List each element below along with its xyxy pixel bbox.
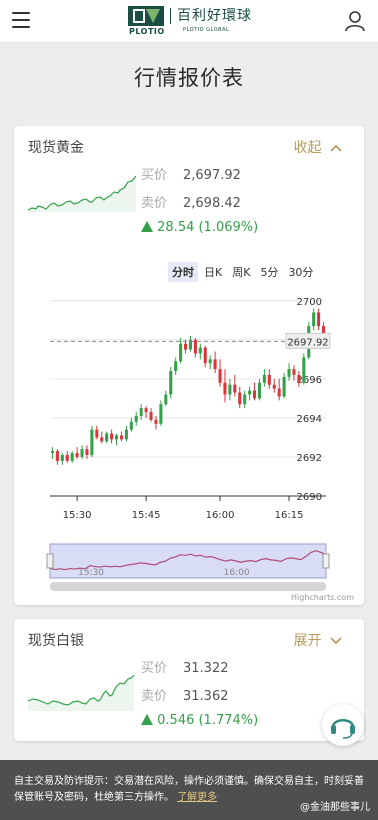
candle-body bbox=[287, 369, 291, 377]
user-icon[interactable] bbox=[344, 10, 366, 32]
chevron-down-icon bbox=[330, 637, 342, 645]
candle-body bbox=[95, 429, 99, 438]
y-tick-label: 2692 bbox=[297, 453, 322, 464]
y-tick-label: 2690 bbox=[297, 492, 322, 503]
candle-body bbox=[302, 357, 306, 383]
candle-body bbox=[243, 394, 247, 405]
learn-more-link[interactable]: 了解更多 bbox=[177, 792, 217, 803]
candle-body bbox=[85, 449, 89, 455]
candle-body bbox=[277, 388, 281, 397]
navigator-handle-left bbox=[46, 553, 54, 569]
candle-body bbox=[119, 435, 123, 440]
candle-body bbox=[100, 437, 104, 442]
candle-body bbox=[70, 453, 74, 461]
candle-body bbox=[124, 429, 128, 440]
candle-body bbox=[80, 449, 84, 457]
candle-body bbox=[282, 376, 286, 397]
candle-body bbox=[223, 382, 227, 395]
menu-icon[interactable] bbox=[12, 12, 30, 28]
navigator-handle-right bbox=[322, 553, 330, 569]
navigator-label: 15:30 bbox=[78, 568, 104, 578]
candle-body bbox=[218, 369, 222, 383]
candle-body bbox=[174, 361, 178, 372]
y-tick-label: 2694 bbox=[297, 414, 322, 425]
silver-bid-label: 买价 bbox=[141, 661, 168, 676]
candle-body bbox=[50, 451, 54, 454]
candle-body bbox=[213, 359, 217, 370]
y-tick-label: 2700 bbox=[297, 297, 322, 308]
logo-mark-icon bbox=[128, 6, 164, 26]
candle-body bbox=[193, 339, 197, 354]
silver-expand-label: 展开 bbox=[293, 633, 322, 649]
silver-change: 0.546 (1.774%) bbox=[141, 713, 258, 728]
navigator-label: 16:00 bbox=[224, 568, 250, 578]
gold-quote-card: 现货黄金 收起 买价 2,697.92 卖价 2,698.42 28.54 (1.0… bbox=[14, 126, 364, 605]
candle-body bbox=[144, 408, 148, 413]
silver-bid-value: 31.322 bbox=[183, 661, 229, 676]
candle-body bbox=[90, 429, 94, 455]
silver-ask-value: 31.362 bbox=[183, 689, 229, 704]
candle-body bbox=[248, 390, 252, 395]
candle-body bbox=[105, 433, 109, 442]
gold-candlestick-chart[interactable]: 26902692269426962698270015:3015:4516:001… bbox=[14, 126, 364, 606]
candle-body bbox=[55, 451, 59, 461]
headset-icon bbox=[331, 719, 355, 739]
candle-body bbox=[257, 382, 261, 399]
watermark: @金油那些事儿 bbox=[300, 802, 370, 813]
chart-credit[interactable]: Highcharts.com bbox=[291, 593, 354, 602]
logo-chinese-name: 百利好環球 bbox=[170, 8, 252, 24]
candle-body bbox=[272, 384, 276, 389]
logo-english-name: PLOTIO GLOBAL bbox=[183, 27, 230, 33]
candle-body bbox=[169, 371, 173, 395]
silver-name: 现货白银 bbox=[28, 633, 84, 649]
candle-body bbox=[233, 384, 237, 393]
x-tick-label: 16:15 bbox=[275, 510, 304, 521]
x-tick-label: 15:30 bbox=[63, 510, 92, 521]
navigator-scrollbar bbox=[50, 582, 326, 591]
candle-body bbox=[208, 359, 212, 364]
candle-body bbox=[164, 394, 168, 405]
candle-body bbox=[179, 343, 183, 362]
candle-body bbox=[228, 384, 232, 395]
candle-body bbox=[154, 419, 158, 424]
silver-sparkline bbox=[28, 674, 134, 711]
candle-body bbox=[203, 347, 207, 364]
candle-body bbox=[159, 404, 163, 424]
candle-body bbox=[110, 433, 114, 440]
candle-body bbox=[317, 312, 321, 327]
candle-body bbox=[75, 453, 79, 457]
silver-ask-label: 卖价 bbox=[141, 689, 168, 704]
candle-body bbox=[262, 374, 266, 383]
logo-wordmark: PLOTIO bbox=[129, 27, 165, 36]
triangle-up-icon bbox=[141, 714, 153, 725]
candle-body bbox=[149, 412, 153, 420]
silver-bid-row: 买价 31.322 bbox=[141, 657, 229, 676]
customer-service-button[interactable] bbox=[322, 704, 364, 746]
candle-body bbox=[129, 421, 133, 430]
candle-body bbox=[292, 369, 296, 375]
silver-quote-card: 现货白银 展开 买价 31.322 卖价 31.362 0.546 (1.774%) bbox=[14, 619, 364, 741]
candle-body bbox=[184, 343, 188, 350]
current-price-label: 2697.92 bbox=[287, 337, 328, 348]
silver-ask-row: 卖价 31.362 bbox=[141, 685, 229, 704]
top-bar: PLOTIO 百利好環球 PLOTIO GLOBAL bbox=[0, 0, 378, 43]
candle-body bbox=[267, 374, 271, 385]
candle-body bbox=[60, 455, 64, 461]
x-tick-label: 16:00 bbox=[206, 510, 235, 521]
candle-body bbox=[253, 390, 257, 399]
silver-expand-button[interactable]: 展开 bbox=[294, 630, 342, 650]
candle-body bbox=[65, 455, 69, 461]
candle-body bbox=[238, 392, 242, 405]
candle-body bbox=[198, 347, 202, 354]
candle-body bbox=[297, 374, 301, 383]
candle-body bbox=[139, 408, 143, 416]
candle-body bbox=[134, 415, 138, 422]
silver-change-value: 0.546 (1.774%) bbox=[157, 713, 259, 728]
page-title: 行情报价表 bbox=[134, 66, 244, 90]
candle-body bbox=[312, 312, 316, 327]
brand-logo[interactable]: PLOTIO 百利好環球 PLOTIO GLOBAL bbox=[128, 6, 268, 36]
x-tick-label: 15:45 bbox=[132, 510, 161, 521]
candle-body bbox=[115, 435, 119, 440]
